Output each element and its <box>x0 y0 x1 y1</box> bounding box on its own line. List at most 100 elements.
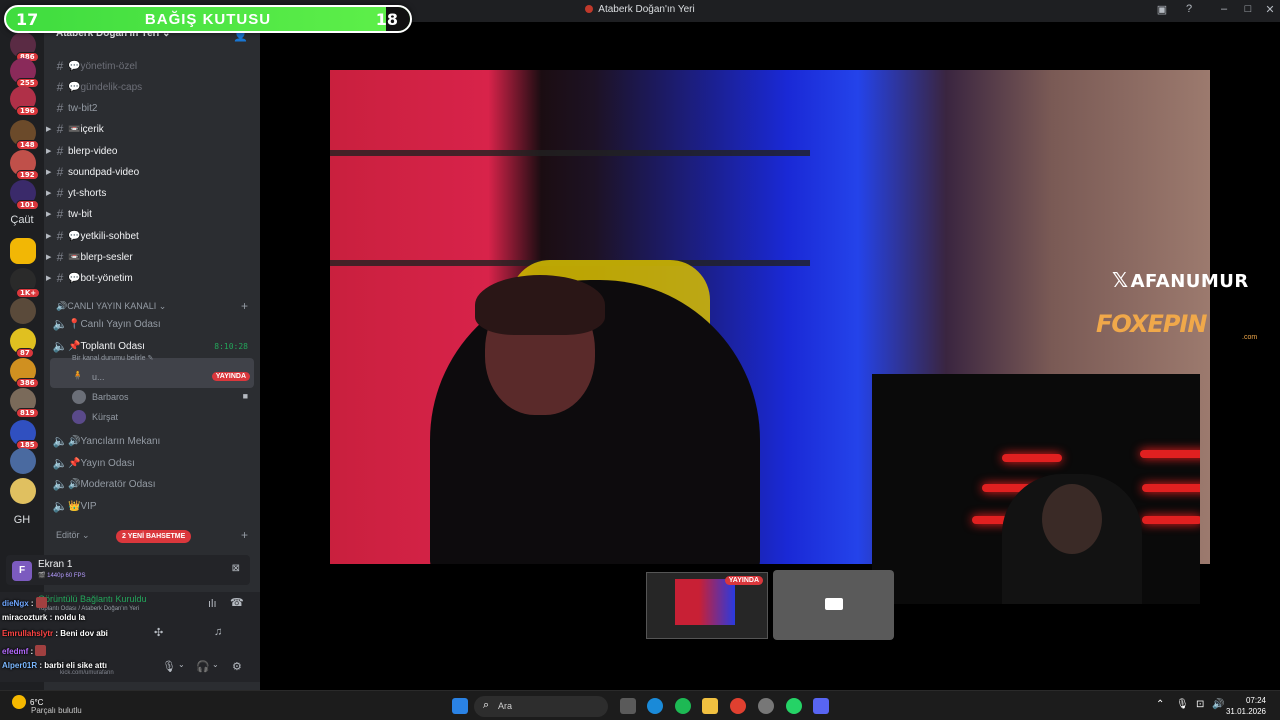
voice-category-header[interactable]: 🔊CANLI YAYIN KANALI ⌄ <box>56 301 166 312</box>
server-gh[interactable]: GH <box>4 514 40 526</box>
maximize-button[interactable]: □ <box>1240 3 1256 15</box>
speaker-icon: 🔈 <box>52 434 68 448</box>
expand-arrow-icon[interactable]: ▶ <box>46 168 51 176</box>
mention-badge: 196 <box>16 106 39 116</box>
camera-tile[interactable] <box>773 570 894 640</box>
voice-user-name: Barbaros <box>92 392 129 402</box>
server-icon[interactable]: 148 <box>10 120 39 150</box>
server-icon[interactable]: 386 <box>10 358 39 388</box>
taskbar-search[interactable]: ⌕ Ara <box>474 696 608 717</box>
hash-icon: # <box>56 122 64 136</box>
chat-username: Emrullahslytr <box>2 629 54 638</box>
weather-desc: Parçalı bulutlu <box>31 706 82 715</box>
volume-icon[interactable]: 🔊 <box>1212 699 1224 710</box>
channel-label: 🔊Moderatör Odası <box>68 478 156 490</box>
channel-item[interactable]: # tw-bit2 <box>52 98 252 118</box>
server-icon[interactable] <box>10 238 36 264</box>
channel-item[interactable]: ▶ # blerp-video <box>46 141 252 161</box>
tray-mic-icon[interactable]: 🎙 <box>1176 699 1189 710</box>
channel-item[interactable]: ▶ # 📼blerp-sesler <box>46 247 252 267</box>
hash-icon: # <box>56 80 64 94</box>
channel-label: 💬yönetim-özel <box>68 60 138 72</box>
channel-item[interactable]: ▶ # 📼içerik <box>46 119 252 139</box>
expand-arrow-icon[interactable]: ▶ <box>46 189 51 197</box>
voice-user[interactable]: Barbaros <box>72 390 129 404</box>
channel-item[interactable]: ▶ # tw-bit <box>46 204 252 224</box>
expand-arrow-icon[interactable]: ▶ <box>46 210 51 218</box>
voice-channel-item[interactable]: 🔈 👑VIP <box>52 496 252 516</box>
voice-channel-item[interactable]: 🔈 📌Yayın Odası <box>52 453 252 473</box>
channel-item[interactable]: ▶ # 💬bot-yönetim <box>46 268 252 288</box>
expand-arrow-icon[interactable]: ▶ <box>46 232 51 240</box>
channel-item[interactable]: # 💬yönetim-özel <box>52 56 252 76</box>
channel-item[interactable]: ▶ # soundpad-video <box>46 162 252 182</box>
server-icon[interactable]: 886 <box>10 32 39 62</box>
donation-progress-bar: 17 BAĞIŞ KUTUSU 18 <box>4 5 412 33</box>
task-view-icon[interactable] <box>620 698 636 714</box>
editor-category-header[interactable]: Editör ⌄ <box>56 530 90 541</box>
network-icon[interactable]: ⊡ <box>1196 699 1204 710</box>
server-icon[interactable]: 1K+ <box>10 268 41 298</box>
search-placeholder: Ara <box>498 701 513 711</box>
server-icon[interactable] <box>10 298 36 324</box>
new-mentions-badge[interactable]: 2 YENİ BAHSETME <box>116 530 192 543</box>
spotify-icon[interactable] <box>675 698 691 714</box>
voice-user[interactable]: 🧍 u... <box>72 370 105 384</box>
expand-arrow-icon[interactable]: ▶ <box>46 274 51 282</box>
file-explorer-icon[interactable] <box>702 698 718 714</box>
stop-share-icon[interactable]: ⊠ <box>232 563 240 574</box>
chrome-icon[interactable] <box>730 698 746 714</box>
donation-label: BAĞIŞ KUTUSU <box>144 10 272 28</box>
edge-icon[interactable] <box>647 698 663 714</box>
windows-taskbar: 6°C Parçalı bulutlu ⌕ Ara ⌃ 🎙 ⊡ 🔊 07:24 31.… <box>0 690 1280 720</box>
channel-item[interactable]: ▶ # yt-shorts <box>46 183 252 203</box>
taskbar-clock[interactable]: 07:24 31.01.2026 <box>1226 695 1266 717</box>
stream-preview-tile[interactable]: YAYINDA <box>646 572 768 639</box>
obs-icon[interactable] <box>758 698 774 714</box>
close-button[interactable]: ✕ <box>1262 3 1278 16</box>
server-icon[interactable] <box>10 448 36 474</box>
server-icon[interactable]: 87 <box>10 328 36 358</box>
minimize-button[interactable]: – <box>1216 3 1232 15</box>
tray-overflow-icon[interactable]: ⌃ <box>1156 699 1164 710</box>
expand-arrow-icon[interactable]: ▶ <box>46 147 51 155</box>
expand-arrow-icon[interactable]: ▶ <box>46 125 51 133</box>
voice-channel-item[interactable]: 🔈 📌Toplantı Odası 8:10:28 <box>52 336 252 356</box>
voice-user[interactable]: Kürşat <box>72 410 118 424</box>
mention-badge: 101 <box>16 200 39 210</box>
channel-label: 📌Yayın Odası <box>68 457 135 469</box>
emote-icon <box>35 645 47 656</box>
chat-text: Beni dov abi <box>60 629 108 638</box>
server-icon[interactable]: 101 <box>10 180 39 210</box>
voice-channel-item[interactable]: 🔈 🔊Moderatör Odası <box>52 474 252 494</box>
channel-status[interactable]: Bir kanal durumu belirle ✎ <box>72 354 153 362</box>
server-caut[interactable]: Çaüt <box>4 214 40 226</box>
secondary-webcam-feed[interactable] <box>872 374 1200 604</box>
server-icon[interactable]: 185 <box>10 420 39 450</box>
voice-timer: 8:10:28 <box>214 341 248 351</box>
speaker-icon: 🔈 <box>52 499 68 513</box>
channel-item[interactable]: ▶ # 💬yetkili-sohbet <box>46 226 252 246</box>
screen-share-panel[interactable]: F Ekran 1 🎬 1440p 60 FPS ⊠ <box>6 555 250 585</box>
server-icon[interactable]: 192 <box>10 150 39 180</box>
channel-item[interactable]: # 💬gündelik-caps <box>52 77 252 97</box>
inbox-icon[interactable]: ▣ <box>1154 3 1170 16</box>
voice-channel-item[interactable]: 🔈 📍Canlı Yayın Odası <box>52 314 252 334</box>
discord-taskbar-icon[interactable] <box>813 698 829 714</box>
server-icon[interactable]: 196 <box>10 86 39 116</box>
server-icon[interactable]: 819 <box>10 388 39 418</box>
create-channel-icon[interactable]: + <box>241 528 248 542</box>
chat-message: Emrullahslytr : Beni dov abi <box>2 629 108 638</box>
expand-arrow-icon[interactable]: ▶ <box>46 253 51 261</box>
x-logo-icon: 𝕏 <box>1112 268 1129 292</box>
speaker-icon: 🔈 <box>52 477 68 491</box>
weather-widget[interactable]: 6°C Parçalı bulutlu <box>12 695 82 715</box>
windows-start-icon[interactable] <box>452 698 468 714</box>
voice-channel-item[interactable]: 🔈 🔊Yancıların Mekanı <box>52 431 252 451</box>
whatsapp-icon[interactable] <box>786 698 802 714</box>
avatar: 🧍 <box>72 370 84 380</box>
create-channel-icon[interactable]: + <box>241 299 248 313</box>
server-icon[interactable] <box>10 478 36 504</box>
help-icon[interactable]: ? <box>1181 3 1197 15</box>
server-icon[interactable]: 255 <box>10 58 39 88</box>
